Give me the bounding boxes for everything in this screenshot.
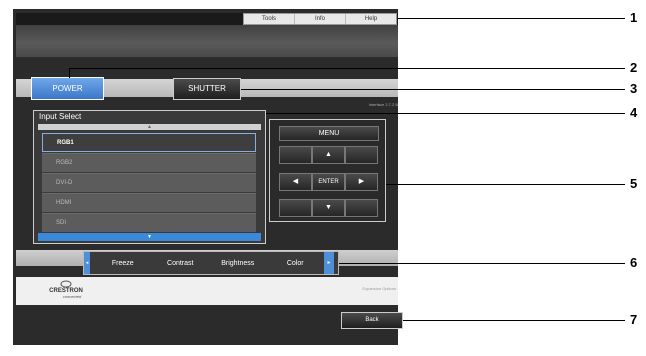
pad-blank-bl (279, 199, 312, 217)
up-arrow-button[interactable]: ▲ (312, 146, 345, 164)
callout-line-2 (69, 68, 625, 69)
callout-5: 5 (630, 176, 638, 191)
callout-line-4 (266, 113, 625, 114)
input-item-dvi-d[interactable]: DVI-D (42, 173, 256, 192)
crestron-logo: CRESTRON connected (49, 280, 83, 299)
callout-line-3 (241, 89, 625, 90)
tab-tools[interactable]: Tools (244, 14, 295, 24)
contrast-button[interactable]: Contrast (152, 260, 210, 267)
input-select-title: Input Select (39, 112, 82, 121)
callout-2: 2 (630, 60, 638, 75)
shutter-button[interactable]: SHUTTER (173, 78, 241, 100)
right-arrow-button[interactable]: ▶ (345, 173, 378, 191)
input-item-hdmi[interactable]: HDMI (42, 193, 256, 212)
adjust-scroll-left[interactable]: ◂ (84, 252, 90, 274)
input-scroll-up[interactable]: ▲ (38, 124, 261, 130)
adjust-strip: Freeze Contrast Brightness Color (83, 251, 339, 275)
callout-line-7 (403, 320, 625, 321)
input-item-rgb1[interactable]: RGB1 (42, 133, 256, 152)
back-button[interactable]: Back (341, 312, 403, 329)
callout-line-1 (398, 18, 625, 19)
enter-button[interactable]: ENTER (312, 173, 345, 191)
interface-version: Interface 2.7.2 B (368, 102, 398, 107)
adjust-scroll-right[interactable]: ▸ (324, 252, 334, 274)
callout-line-5 (386, 184, 625, 185)
callout-line-6 (339, 263, 625, 264)
color-button[interactable]: Color (267, 260, 325, 267)
pad-blank-br (345, 199, 378, 217)
menu-button[interactable]: MENU (279, 126, 379, 141)
expansion-options-link[interactable]: Expansion Options (330, 286, 396, 291)
callout-4: 4 (630, 105, 638, 120)
callout-3: 3 (630, 81, 638, 96)
input-item-sdi[interactable]: SDI (42, 213, 256, 232)
tab-help[interactable]: Help (346, 14, 396, 24)
pad-blank-tl (279, 146, 312, 164)
top-tabs: Tools Info Help (243, 13, 397, 25)
pad-blank-tr (345, 146, 378, 164)
callout-6: 6 (630, 255, 638, 270)
header-band (16, 22, 398, 57)
left-arrow-button[interactable]: ◀ (279, 173, 312, 191)
input-item-rgb2[interactable]: RGB2 (42, 153, 256, 172)
callout-1: 1 (630, 10, 638, 25)
brightness-button[interactable]: Brightness (209, 260, 267, 267)
input-scroll-down[interactable]: ▼ (38, 233, 261, 241)
freeze-button[interactable]: Freeze (94, 260, 152, 267)
tab-info[interactable]: Info (295, 14, 346, 24)
power-button[interactable]: POWER (31, 77, 104, 100)
logo-text-connected: connected (63, 294, 82, 299)
callout-7: 7 (630, 312, 638, 327)
down-arrow-button[interactable]: ▼ (312, 199, 345, 217)
callout-tick-2 (69, 68, 70, 78)
